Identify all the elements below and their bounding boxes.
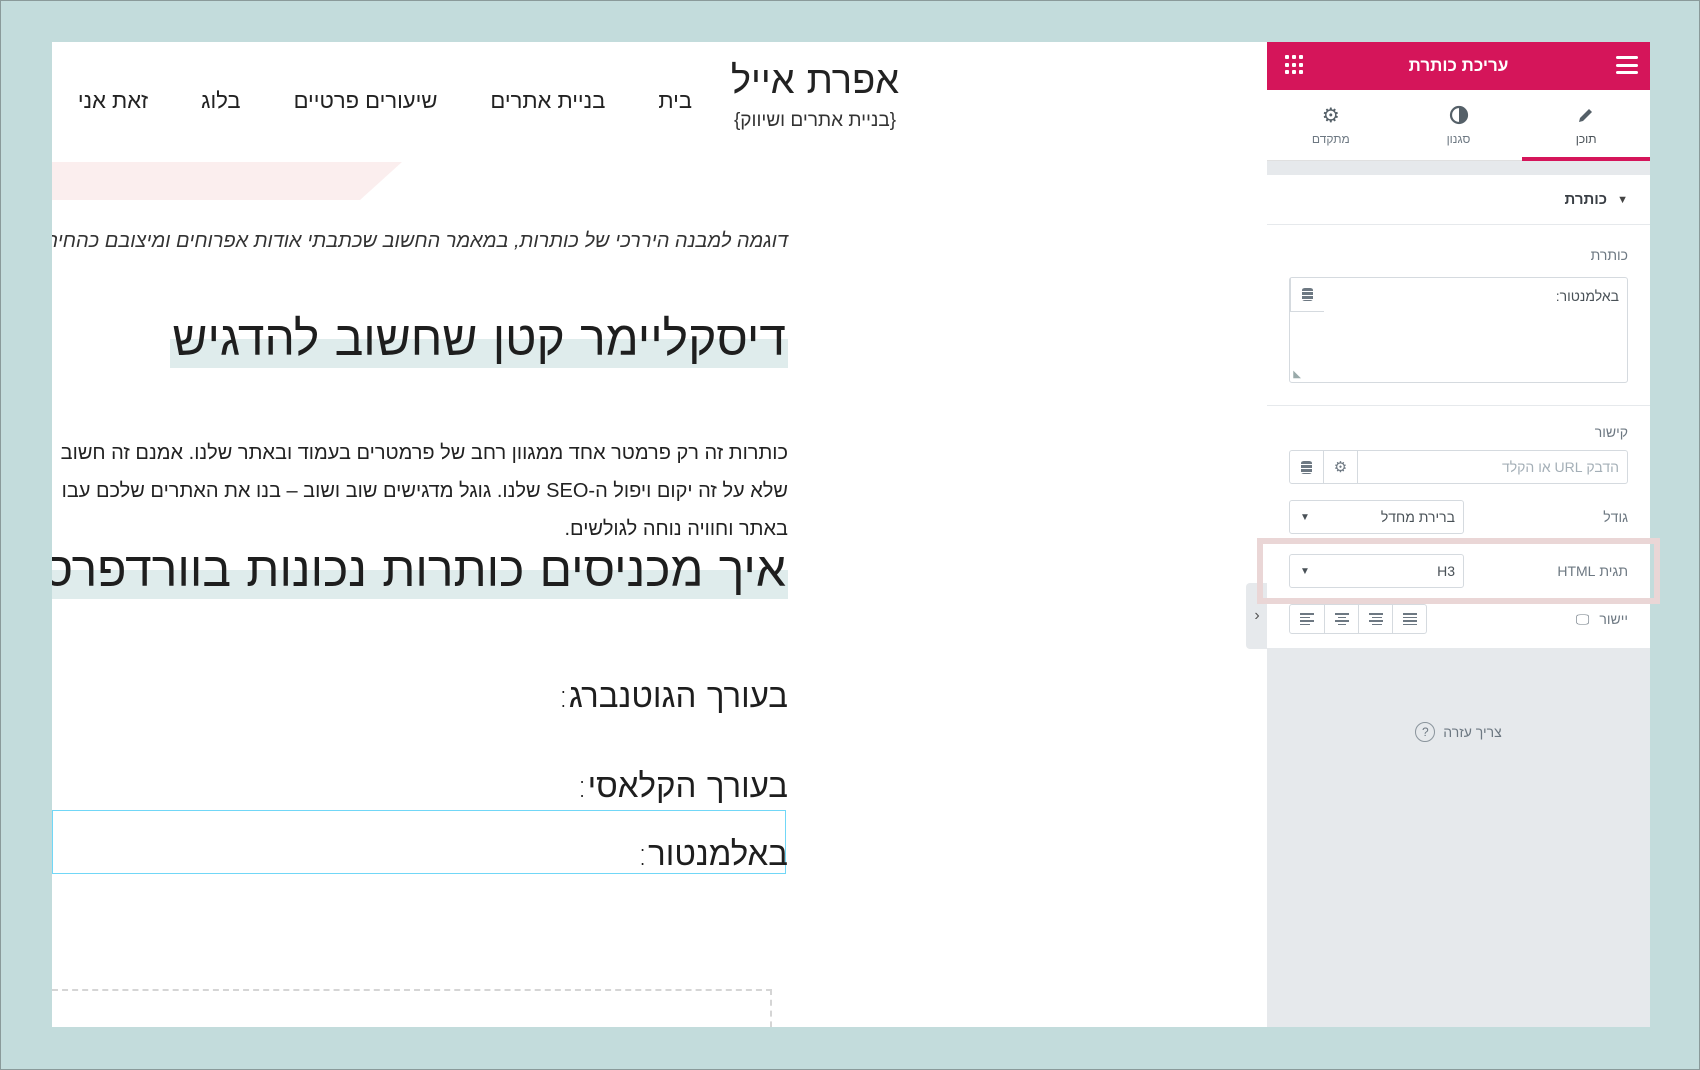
nav-item-home[interactable]: בית <box>658 88 692 114</box>
link-options-button[interactable]: ⚙ <box>1324 451 1358 483</box>
html-tag-select[interactable]: H3 ▼ <box>1289 554 1464 588</box>
resize-handle-icon[interactable]: ◢ <box>1291 371 1302 379</box>
align-center-button[interactable] <box>1324 605 1358 633</box>
size-label: גודל <box>1603 509 1628 525</box>
size-select-value: ברירת מחדל <box>1380 509 1455 525</box>
collapse-panel-button[interactable]: › <box>1246 583 1268 649</box>
heading-classic[interactable]: בעורך הקלאסי: <box>576 766 788 805</box>
paragraph-line: שלא על זה יקום ויפול ה-SEO שלנו. גוגל מד… <box>61 480 788 502</box>
section-toggle-title[interactable]: ▼ כותרת <box>1267 175 1650 225</box>
database-icon <box>1302 288 1313 301</box>
nav-item-about[interactable]: זאת אני <box>78 88 148 114</box>
panel-title: עריכת כותרת <box>1408 56 1509 75</box>
hamburger-menu-icon[interactable] <box>1616 56 1638 74</box>
editor-panel: עריכת כותרת תוכן סגנון ⚙ מתקדם ▼ כותרת כ… <box>1257 42 1660 1027</box>
align-left-button[interactable] <box>1290 605 1324 633</box>
help-link[interactable]: צריך עזרה ? <box>1267 722 1650 742</box>
panel-tabs: תוכן סגנון ⚙ מתקדם <box>1267 90 1650 161</box>
title-textarea-value: באלמנטור: <box>1555 288 1619 304</box>
empty-section-placeholder[interactable] <box>52 989 772 1027</box>
size-select[interactable]: ברירת מחדל ▼ <box>1289 500 1464 534</box>
alignment-choices <box>1289 604 1427 634</box>
link-label: קישור <box>1594 424 1628 440</box>
site-title[interactable]: אפרת אייל <box>690 58 940 103</box>
html-tag-select-value: H3 <box>1437 563 1455 579</box>
site-tagline: {בניית אתרים ושיווק} <box>733 110 897 131</box>
size-row: גודל ברירת מחדל ▼ <box>1289 490 1628 544</box>
heading-gutenberg[interactable]: בעורך הגוטנברג: <box>558 676 788 715</box>
tab-label: מתקדם <box>1311 132 1350 146</box>
tab-label: תוכן <box>1575 132 1597 146</box>
help-label: צריך עזרה <box>1443 724 1502 740</box>
alignment-row: יישור 🖵 <box>1289 598 1628 648</box>
gear-icon: ⚙ <box>1333 459 1348 476</box>
alignment-label: יישור <box>1599 611 1628 627</box>
article-paragraph[interactable]: כותרות זה רק פרמטר אחד ממגוון רחב של פרמ… <box>61 434 788 548</box>
chevron-down-icon: ▼ <box>1300 511 1310 523</box>
gear-icon: ⚙ <box>1321 104 1340 127</box>
contrast-icon <box>1449 104 1469 126</box>
desktop-icon[interactable]: 🖵 <box>1576 611 1590 628</box>
widgets-grid-icon[interactable] <box>1283 55 1303 75</box>
chevron-right-icon: › <box>1254 607 1260 624</box>
html-tag-row: תגית HTML H3 ▼ <box>1257 538 1660 604</box>
nav-item-lessons[interactable]: שיעורים פרטיים <box>294 88 438 114</box>
chevron-down-icon: ▼ <box>1300 565 1310 577</box>
panel-header: עריכת כותרת <box>1267 42 1650 90</box>
heading-how-to[interactable]: איך מכניסים כותרות נכונות בוורדפרס? <box>52 541 788 599</box>
title-textarea[interactable]: באלמנטור: ◢ <box>1289 277 1628 383</box>
paragraph-line: כותרות זה רק פרמטר אחד ממגוון רחב של פרמ… <box>60 442 788 464</box>
tab-advanced[interactable]: ⚙ מתקדם <box>1267 90 1395 160</box>
dynamic-tags-button[interactable] <box>1290 278 1324 312</box>
section-title: כותרת <box>1564 191 1608 208</box>
url-input[interactable] <box>1358 451 1627 483</box>
tab-content[interactable]: תוכן <box>1522 90 1650 161</box>
align-right-button[interactable] <box>1358 605 1392 633</box>
caret-down-icon: ▼ <box>1617 193 1628 206</box>
dynamic-tags-button[interactable] <box>1290 451 1324 483</box>
tab-style[interactable]: סגנון <box>1395 90 1523 160</box>
main-nav: בית בניית אתרים שיעורים פרטיים בלוג זאת … <box>78 88 692 114</box>
nav-item-websites[interactable]: בניית אתרים <box>490 88 605 114</box>
heading-disclaimer[interactable]: דיסקליימר קטן שחשוב להדגיש <box>170 310 788 368</box>
nav-item-blog[interactable]: בלוג <box>201 88 240 114</box>
image-caption: דוגמה למבנה היררכי של כותרות, במאמר החשו… <box>52 230 788 252</box>
decorative-banner <box>52 162 402 200</box>
section-controls: כותרת באלמנטור: ◢ קישור ⚙ גודל ברירת מחד… <box>1257 225 1660 648</box>
database-icon <box>1301 460 1312 474</box>
heading-elementor[interactable]: באלמנטור: <box>637 834 788 873</box>
title-label: כותרת <box>1590 247 1628 263</box>
html-tag-label: תגית HTML <box>1557 563 1628 579</box>
link-field: ⚙ <box>1289 450 1628 484</box>
question-icon: ? <box>1415 722 1436 742</box>
tab-label: סגנון <box>1446 132 1471 146</box>
pencil-icon <box>1577 104 1595 126</box>
page-canvas: אפרת אייל {בניית אתרים ושיווק} בית בניית… <box>52 42 1267 1027</box>
align-justify-button[interactable] <box>1392 605 1426 633</box>
